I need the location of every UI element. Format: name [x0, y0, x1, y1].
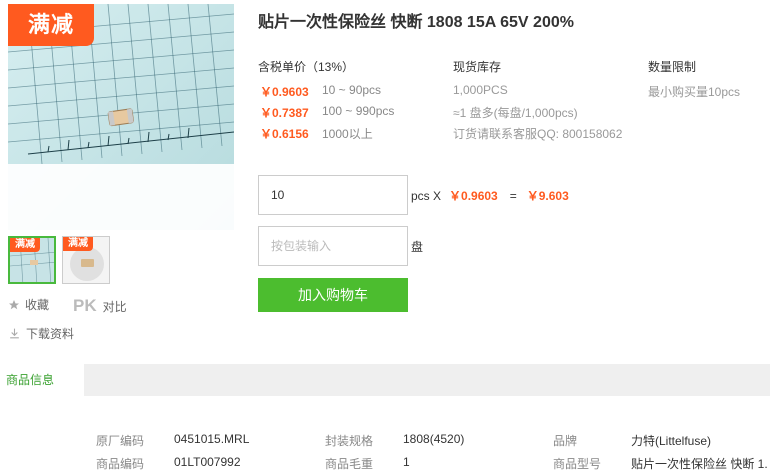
unit-price: ￥0.9603	[449, 189, 498, 203]
equals-sign: =	[509, 188, 517, 203]
reel-unit: 盘	[411, 240, 424, 254]
download-datasheet-button[interactable]: 下载资料	[8, 325, 74, 342]
compare-button[interactable]: PK 对比	[73, 296, 127, 316]
product-main-image: 满减	[8, 4, 234, 230]
total-price: ￥9.603	[526, 189, 569, 203]
price-calculation: pcs X ￥0.9603 = ￥9.603	[411, 187, 569, 204]
price-tier: ￥0.9603 10 ~ 90pcs	[260, 83, 381, 100]
spec-value: 1	[403, 455, 410, 469]
price-header: 含税单价（13%）	[258, 60, 355, 74]
promo-badge: 满减	[8, 4, 94, 46]
star-icon	[9, 299, 19, 309]
min-order: 最小购买量10pcs	[648, 85, 741, 99]
spec-value: 1808(4520)	[403, 432, 465, 446]
stock-header: 现货库存	[453, 60, 502, 74]
unit-times: pcs X	[411, 188, 442, 203]
favorite-label: 收藏	[25, 298, 50, 312]
spec-value: 力特(Littelfuse)	[631, 434, 712, 448]
limit-header: 数量限制	[648, 60, 697, 74]
tier-range: 1000以上	[322, 127, 373, 141]
thumb-promo-badge: 满减	[10, 238, 40, 252]
price-tier: ￥0.6156 1000以上	[260, 125, 373, 142]
favorite-button[interactable]: 收藏	[8, 296, 49, 313]
thumbnail-2[interactable]: 满减	[62, 236, 110, 284]
stock-reel: ≈1 盘多(每盘/1,000pcs)	[453, 106, 578, 120]
tab-product-info[interactable]: 商品信息	[0, 364, 84, 396]
spec-value: 0451015.MRL	[174, 432, 250, 446]
spec-key: 品牌	[553, 434, 578, 448]
order-contact: 订货请联系客服QQ: 800158062	[453, 127, 623, 141]
thumb-promo-badge: 满减	[63, 237, 93, 251]
tier-price: ￥0.7387	[260, 106, 309, 120]
spec-value: 01LT007992	[174, 455, 241, 469]
price-tier: ￥0.7387 100 ~ 990pcs	[260, 104, 394, 121]
thumbnail-1[interactable]: 满减	[8, 236, 56, 284]
spec-key: 商品毛重	[325, 457, 374, 470]
tier-range: 10 ~ 90pcs	[322, 83, 382, 97]
download-icon	[10, 328, 19, 339]
stock-quantity: 1,000PCS	[453, 83, 508, 97]
download-label: 下载资料	[26, 327, 75, 341]
tier-price: ￥0.6156	[260, 127, 309, 141]
spec-value: 贴片一次性保险丝 快断 1.	[631, 457, 768, 470]
tier-range: 100 ~ 990pcs	[322, 104, 395, 118]
spec-key: 封装规格	[325, 434, 374, 448]
spec-key: 商品编码	[96, 457, 145, 470]
add-to-cart-button[interactable]: 加入购物车	[258, 278, 408, 312]
reel-input[interactable]	[258, 226, 408, 266]
spec-key: 原厂编码	[96, 434, 145, 448]
compare-label: 对比	[102, 299, 127, 314]
spec-key: 商品型号	[553, 457, 602, 470]
tab-bar: 商品信息	[0, 364, 770, 396]
product-title: 贴片一次性保险丝 快断 1808 15A 65V 200%	[258, 14, 574, 31]
tier-price: ￥0.9603	[260, 85, 309, 99]
pk-logo: PK	[73, 296, 97, 315]
quantity-input[interactable]	[258, 175, 408, 215]
